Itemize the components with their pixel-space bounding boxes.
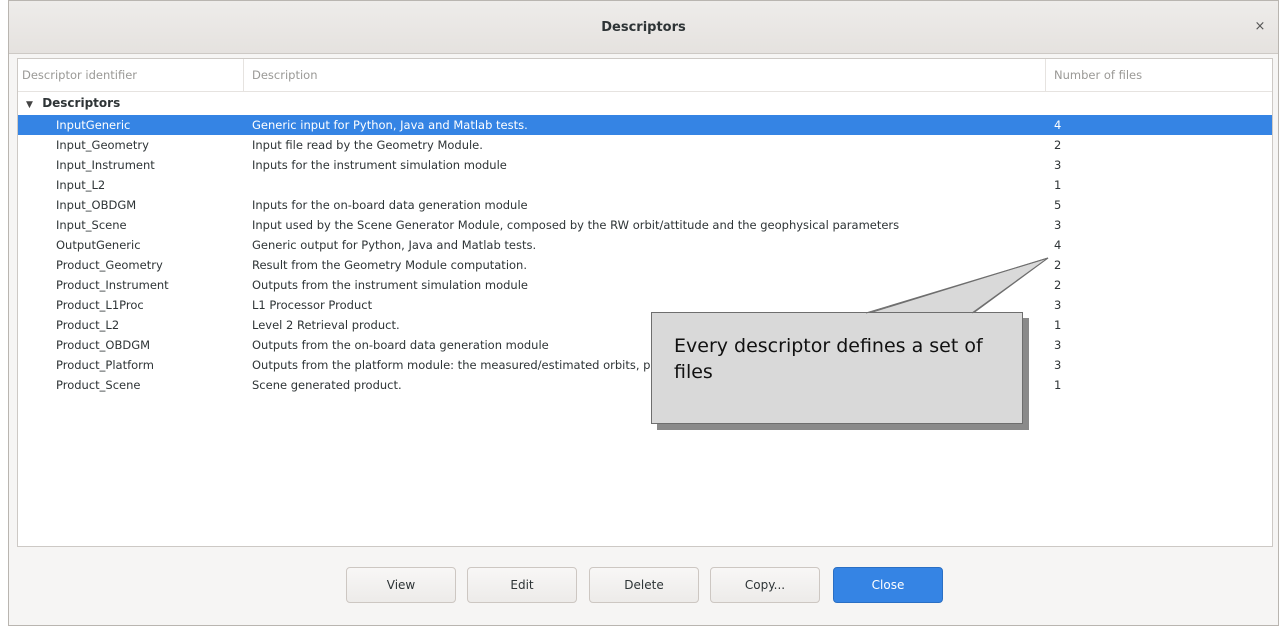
descriptor-file-count: 3	[1054, 158, 1062, 172]
descriptor-file-count: 3	[1054, 338, 1062, 352]
descriptor-identifier: Product_Instrument	[56, 278, 169, 292]
descriptor-identifier: Input_L2	[56, 178, 106, 192]
descriptor-identifier: Product_L2	[56, 318, 120, 332]
descriptor-file-count: 2	[1054, 278, 1062, 292]
descriptor-description: Input file read by the Geometry Module.	[252, 138, 483, 152]
dialog-title: Descriptors	[601, 19, 686, 35]
descriptor-identifier: Input_OBDGM	[56, 198, 137, 212]
button-bar: View Edit Delete Copy... Close	[9, 549, 1278, 627]
descriptor-file-count: 1	[1054, 378, 1062, 392]
table-row[interactable]: Input_Geometry Input file read by the Geo…	[18, 135, 1272, 155]
descriptor-description: Result from the Geometry Module computat…	[252, 258, 527, 272]
descriptor-identifier: Product_Platform	[56, 358, 154, 372]
table-row[interactable]: Input_OBDGM Inputs for the on-board data …	[18, 195, 1272, 215]
tree-group-descriptors[interactable]: ▼ Descriptors	[18, 93, 120, 113]
descriptor-identifier: Product_Geometry	[56, 258, 163, 272]
annotation-callout: Every descriptor defines a set of files	[651, 312, 1023, 424]
table-row[interactable]: Product_Scene Scene generated product. 1	[18, 375, 1272, 395]
descriptor-file-count: 1	[1054, 318, 1062, 332]
descriptor-identifier: OutputGeneric	[56, 238, 141, 252]
column-header-identifier[interactable]: Descriptor identifier	[18, 59, 244, 91]
descriptor-file-count: 1	[1054, 178, 1062, 192]
edit-button[interactable]: Edit	[467, 567, 577, 603]
descriptor-file-count: 3	[1054, 218, 1062, 232]
descriptor-file-count: 5	[1054, 198, 1062, 212]
table-row[interactable]: Product_Geometry Result from the Geometry…	[18, 255, 1272, 275]
close-button[interactable]: Close	[833, 567, 943, 603]
table-row[interactable]: Product_L1Proc L1 Processor Product 3	[18, 295, 1272, 315]
table-row[interactable]: Product_L2 Level 2 Retrieval product. 1	[18, 315, 1272, 335]
column-header-description[interactable]: Description	[244, 59, 1046, 91]
expand-arrow-icon[interactable]: ▼	[26, 95, 38, 115]
descriptor-description: Generic input for Python, Java and Matla…	[252, 118, 528, 132]
descriptor-description: Input used by the Scene Generator Module…	[252, 218, 900, 232]
descriptor-tree[interactable]: Descriptor identifier Description Number…	[17, 58, 1273, 547]
descriptor-identifier: Input_Geometry	[56, 138, 149, 152]
descriptor-file-count: 2	[1054, 258, 1062, 272]
descriptor-file-count: 4	[1054, 118, 1062, 132]
column-header-count[interactable]: Number of files	[1046, 59, 1272, 91]
table-row[interactable]: OutputGeneric Generic output for Python, …	[18, 235, 1272, 255]
descriptor-identifier: Product_OBDGM	[56, 338, 151, 352]
descriptor-identifier: Input_Instrument	[56, 158, 155, 172]
descriptor-identifier: Product_L1Proc	[56, 298, 144, 312]
delete-button[interactable]: Delete	[589, 567, 699, 603]
descriptor-description: Outputs from the instrument simulation m…	[252, 278, 528, 292]
tree-group-label: Descriptors	[42, 96, 121, 110]
title-bar: Descriptors ×	[9, 1, 1278, 54]
descriptor-file-count: 3	[1054, 298, 1062, 312]
descriptor-description: Generic output for Python, Java and Matl…	[252, 238, 537, 252]
descriptor-description: Inputs for the on-board data generation …	[252, 198, 528, 212]
table-row[interactable]: Input_L2 1	[18, 175, 1272, 195]
close-icon[interactable]: ×	[1252, 19, 1268, 35]
table-row[interactable]: Product_Instrument Outputs from the instr…	[18, 275, 1272, 295]
descriptor-identifier: Product_Scene	[56, 378, 141, 392]
table-row[interactable]: Input_Scene Input used by the Scene Gener…	[18, 215, 1272, 235]
column-header: Descriptor identifier Description Number…	[18, 59, 1272, 92]
descriptor-identifier: InputGeneric	[56, 118, 131, 132]
tree-rows: InputGeneric Generic input for Python, Ja…	[18, 115, 1272, 395]
descriptor-file-count: 4	[1054, 238, 1062, 252]
copy-button[interactable]: Copy...	[710, 567, 820, 603]
table-row[interactable]: InputGeneric Generic input for Python, Ja…	[18, 115, 1272, 135]
table-row[interactable]: Product_Platform Outputs from the platfor…	[18, 355, 1272, 375]
descriptors-dialog: Descriptors × Descriptor identifier Desc…	[8, 0, 1279, 626]
table-row[interactable]: Input_Instrument Inputs for the instrumen…	[18, 155, 1272, 175]
descriptor-description: Inputs for the instrument simulation mod…	[252, 158, 507, 172]
table-row[interactable]: Product_OBDGM Outputs from the on-board d…	[18, 335, 1272, 355]
descriptor-identifier: Input_Scene	[56, 218, 127, 232]
view-button[interactable]: View	[346, 567, 456, 603]
descriptor-file-count: 3	[1054, 358, 1062, 372]
descriptor-file-count: 2	[1054, 138, 1062, 152]
